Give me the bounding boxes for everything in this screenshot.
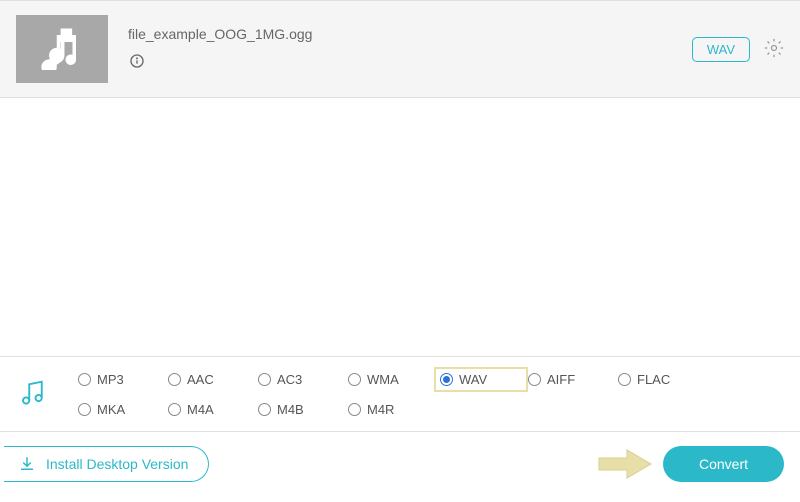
format-section: MP3 AAC AC3 WMA WAV AIFF FLAC MKA M4A M4B M4R (0, 356, 800, 432)
radio-label: FLAC (637, 372, 670, 387)
music-note-icon (41, 28, 83, 70)
install-desktop-button[interactable]: Install Desktop Version (4, 446, 209, 482)
radio-label: AIFF (547, 372, 575, 387)
format-option-wav[interactable]: WAV (438, 367, 528, 391)
file-actions: WAV (692, 37, 784, 62)
radio-icon (528, 373, 541, 386)
format-option-m4a[interactable]: M4A (168, 397, 258, 421)
radio-icon (258, 373, 271, 386)
convert-button[interactable]: Convert (663, 446, 784, 482)
gear-icon[interactable] (764, 38, 784, 61)
format-highlight: WAV (434, 367, 528, 392)
right-actions: Convert (597, 446, 784, 482)
radio-label: AAC (187, 372, 214, 387)
format-badge[interactable]: WAV (692, 37, 750, 62)
radio-icon (168, 403, 181, 416)
format-option-wma[interactable]: WMA (348, 367, 438, 391)
radio-icon (348, 373, 361, 386)
format-option-m4r[interactable]: M4R (348, 397, 438, 421)
radio-label: M4R (367, 402, 394, 417)
radio-label: MKA (97, 402, 125, 417)
radio-icon (258, 403, 271, 416)
radio-icon (78, 373, 91, 386)
format-option-mp3[interactable]: MP3 (78, 367, 168, 391)
format-option-mka[interactable]: MKA (78, 397, 168, 421)
format-option-m4b[interactable]: M4B (258, 397, 348, 421)
radio-label: WMA (367, 372, 399, 387)
radio-label: AC3 (277, 372, 302, 387)
format-option-ac3[interactable]: AC3 (258, 367, 348, 391)
radio-label: MP3 (97, 372, 124, 387)
music-format-icon (18, 378, 48, 411)
content-area (0, 98, 800, 356)
radio-icon (168, 373, 181, 386)
format-grid: MP3 AAC AC3 WMA WAV AIFF FLAC MKA M4A M4B M4R (78, 367, 708, 421)
info-icon[interactable] (128, 52, 146, 70)
format-option-aac[interactable]: AAC (168, 367, 258, 391)
bottom-bar: Install Desktop Version Convert (0, 432, 800, 496)
file-thumbnail (16, 15, 108, 83)
radio-icon (618, 373, 631, 386)
format-option-aiff[interactable]: AIFF (528, 367, 618, 391)
radio-icon (348, 403, 361, 416)
file-info: file_example_OOG_1MG.ogg (128, 26, 692, 72)
file-name: file_example_OOG_1MG.ogg (128, 26, 692, 42)
radio-label: M4B (277, 402, 304, 417)
radio-label: M4A (187, 402, 214, 417)
radio-icon (78, 403, 91, 416)
install-label: Install Desktop Version (46, 456, 188, 472)
arrow-annotation (597, 447, 653, 481)
file-panel: file_example_OOG_1MG.ogg WAV (0, 0, 800, 98)
download-icon (18, 455, 36, 473)
format-option-flac[interactable]: FLAC (618, 367, 708, 391)
